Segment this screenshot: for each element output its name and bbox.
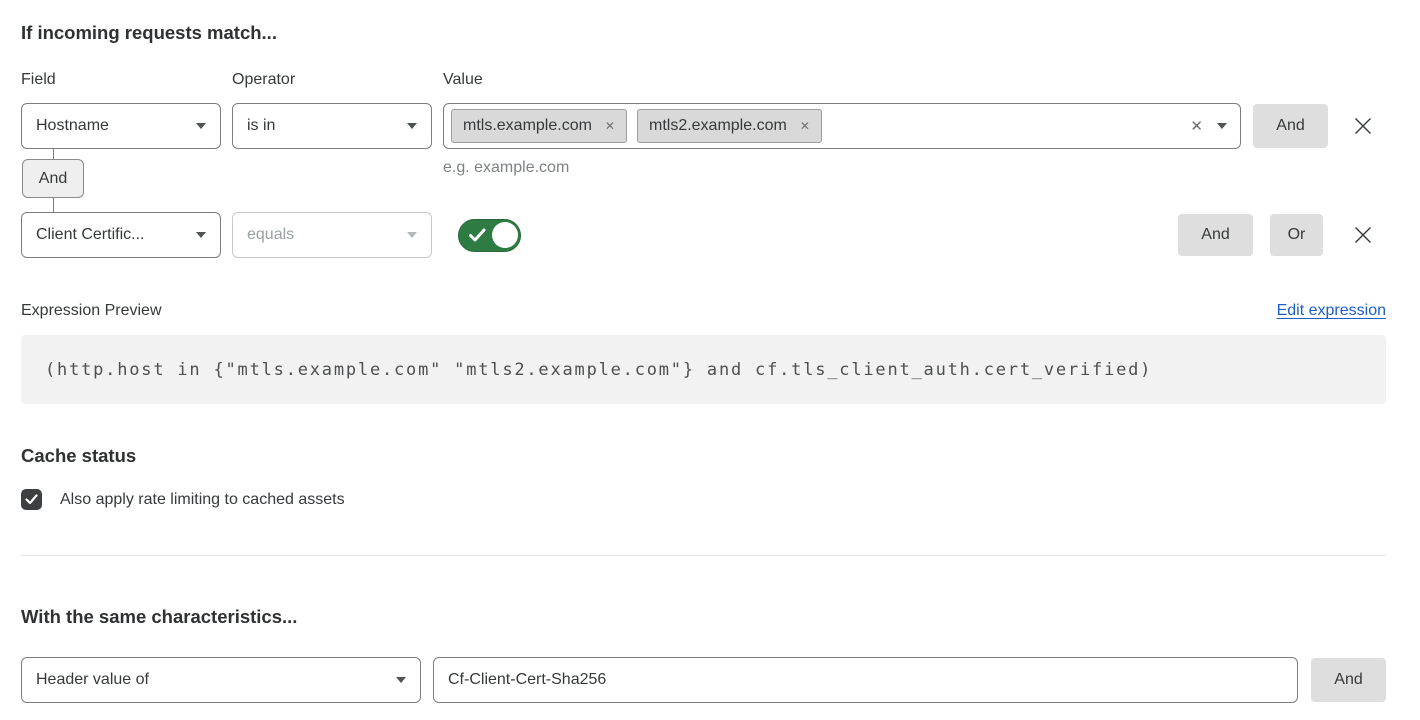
characteristic-select[interactable]: Header value of xyxy=(21,657,421,703)
remove-tag-icon[interactable]: ✕ xyxy=(605,120,615,132)
value-tag-text: mtls2.example.com xyxy=(649,117,787,135)
condition-row-2: Client Certific... equals And Or xyxy=(21,212,1386,258)
add-or-condition-button[interactable]: Or xyxy=(1270,214,1323,256)
remove-tag-icon[interactable]: ✕ xyxy=(800,120,810,132)
match-section-title: If incoming requests match... xyxy=(21,23,1386,43)
operator-column-label: Operator xyxy=(232,71,443,89)
toggle-knob xyxy=(492,222,518,248)
chevron-down-icon xyxy=(396,677,406,683)
cache-status-title: Cache status xyxy=(21,446,1386,466)
value-column-label: Value xyxy=(443,71,1386,89)
field-select[interactable]: Client Certific... xyxy=(21,212,221,258)
chevron-down-icon xyxy=(196,123,206,129)
operator-select[interactable]: is in xyxy=(232,103,432,149)
expression-preview-header: Expression Preview Edit expression xyxy=(21,302,1386,320)
cert-verified-toggle[interactable] xyxy=(458,219,521,252)
check-icon xyxy=(25,494,38,505)
column-labels: Field Operator Value xyxy=(21,71,1386,89)
chevron-down-icon xyxy=(196,232,206,238)
logic-connector: And xyxy=(22,159,84,198)
delete-condition-icon[interactable] xyxy=(1352,224,1374,246)
value-column: mtls.example.com ✕ mtls2.example.com ✕ ✕… xyxy=(443,103,1241,177)
and-connector-chip[interactable]: And xyxy=(22,159,84,198)
characteristics-row: Header value of And xyxy=(21,657,1386,703)
field-select[interactable]: Hostname xyxy=(21,103,221,149)
section-divider xyxy=(21,555,1386,556)
characteristic-select-value: Header value of xyxy=(36,671,149,689)
value-tag: mtls.example.com ✕ xyxy=(451,109,627,143)
field-column-label: Field xyxy=(21,71,232,89)
add-characteristic-button[interactable]: And xyxy=(1311,658,1386,702)
edit-expression-link[interactable]: Edit expression xyxy=(1277,302,1386,320)
chevron-down-icon xyxy=(407,232,417,238)
value-tag-text: mtls.example.com xyxy=(463,117,592,135)
value-tag: mtls2.example.com ✕ xyxy=(637,109,822,143)
delete-condition-icon[interactable] xyxy=(1352,115,1374,137)
value-multiselect-input[interactable]: mtls.example.com ✕ mtls2.example.com ✕ ✕ xyxy=(443,103,1241,149)
chevron-down-icon[interactable] xyxy=(1217,123,1227,129)
add-and-condition-button[interactable]: And xyxy=(1178,214,1253,256)
field-select-value: Client Certific... xyxy=(36,226,144,244)
operator-select-disabled: equals xyxy=(232,212,432,258)
clear-all-icon[interactable]: ✕ xyxy=(1184,117,1209,135)
value-helper-text: e.g. example.com xyxy=(443,159,1241,177)
cached-assets-checkbox-label[interactable]: Also apply rate limiting to cached asset… xyxy=(60,491,345,509)
add-and-condition-button[interactable]: And xyxy=(1253,104,1328,148)
characteristics-title: With the same characteristics... xyxy=(21,607,1386,627)
cache-checkbox-row: Also apply rate limiting to cached asset… xyxy=(21,489,1386,510)
chevron-down-icon xyxy=(407,123,417,129)
rule-builder: If incoming requests match... Field Oper… xyxy=(0,0,1420,703)
check-icon xyxy=(469,228,486,242)
operator-select-value: equals xyxy=(247,226,294,244)
cached-assets-checkbox[interactable] xyxy=(21,489,42,510)
operator-select-value: is in xyxy=(247,117,275,135)
condition-row-1: Hostname is in mtls.example.com ✕ mtls2.… xyxy=(21,103,1386,177)
expression-preview-label: Expression Preview xyxy=(21,302,162,320)
field-select-value: Hostname xyxy=(36,117,109,135)
header-name-input[interactable] xyxy=(433,657,1298,703)
expression-code: (http.host in {"mtls.example.com" "mtls2… xyxy=(21,335,1386,404)
